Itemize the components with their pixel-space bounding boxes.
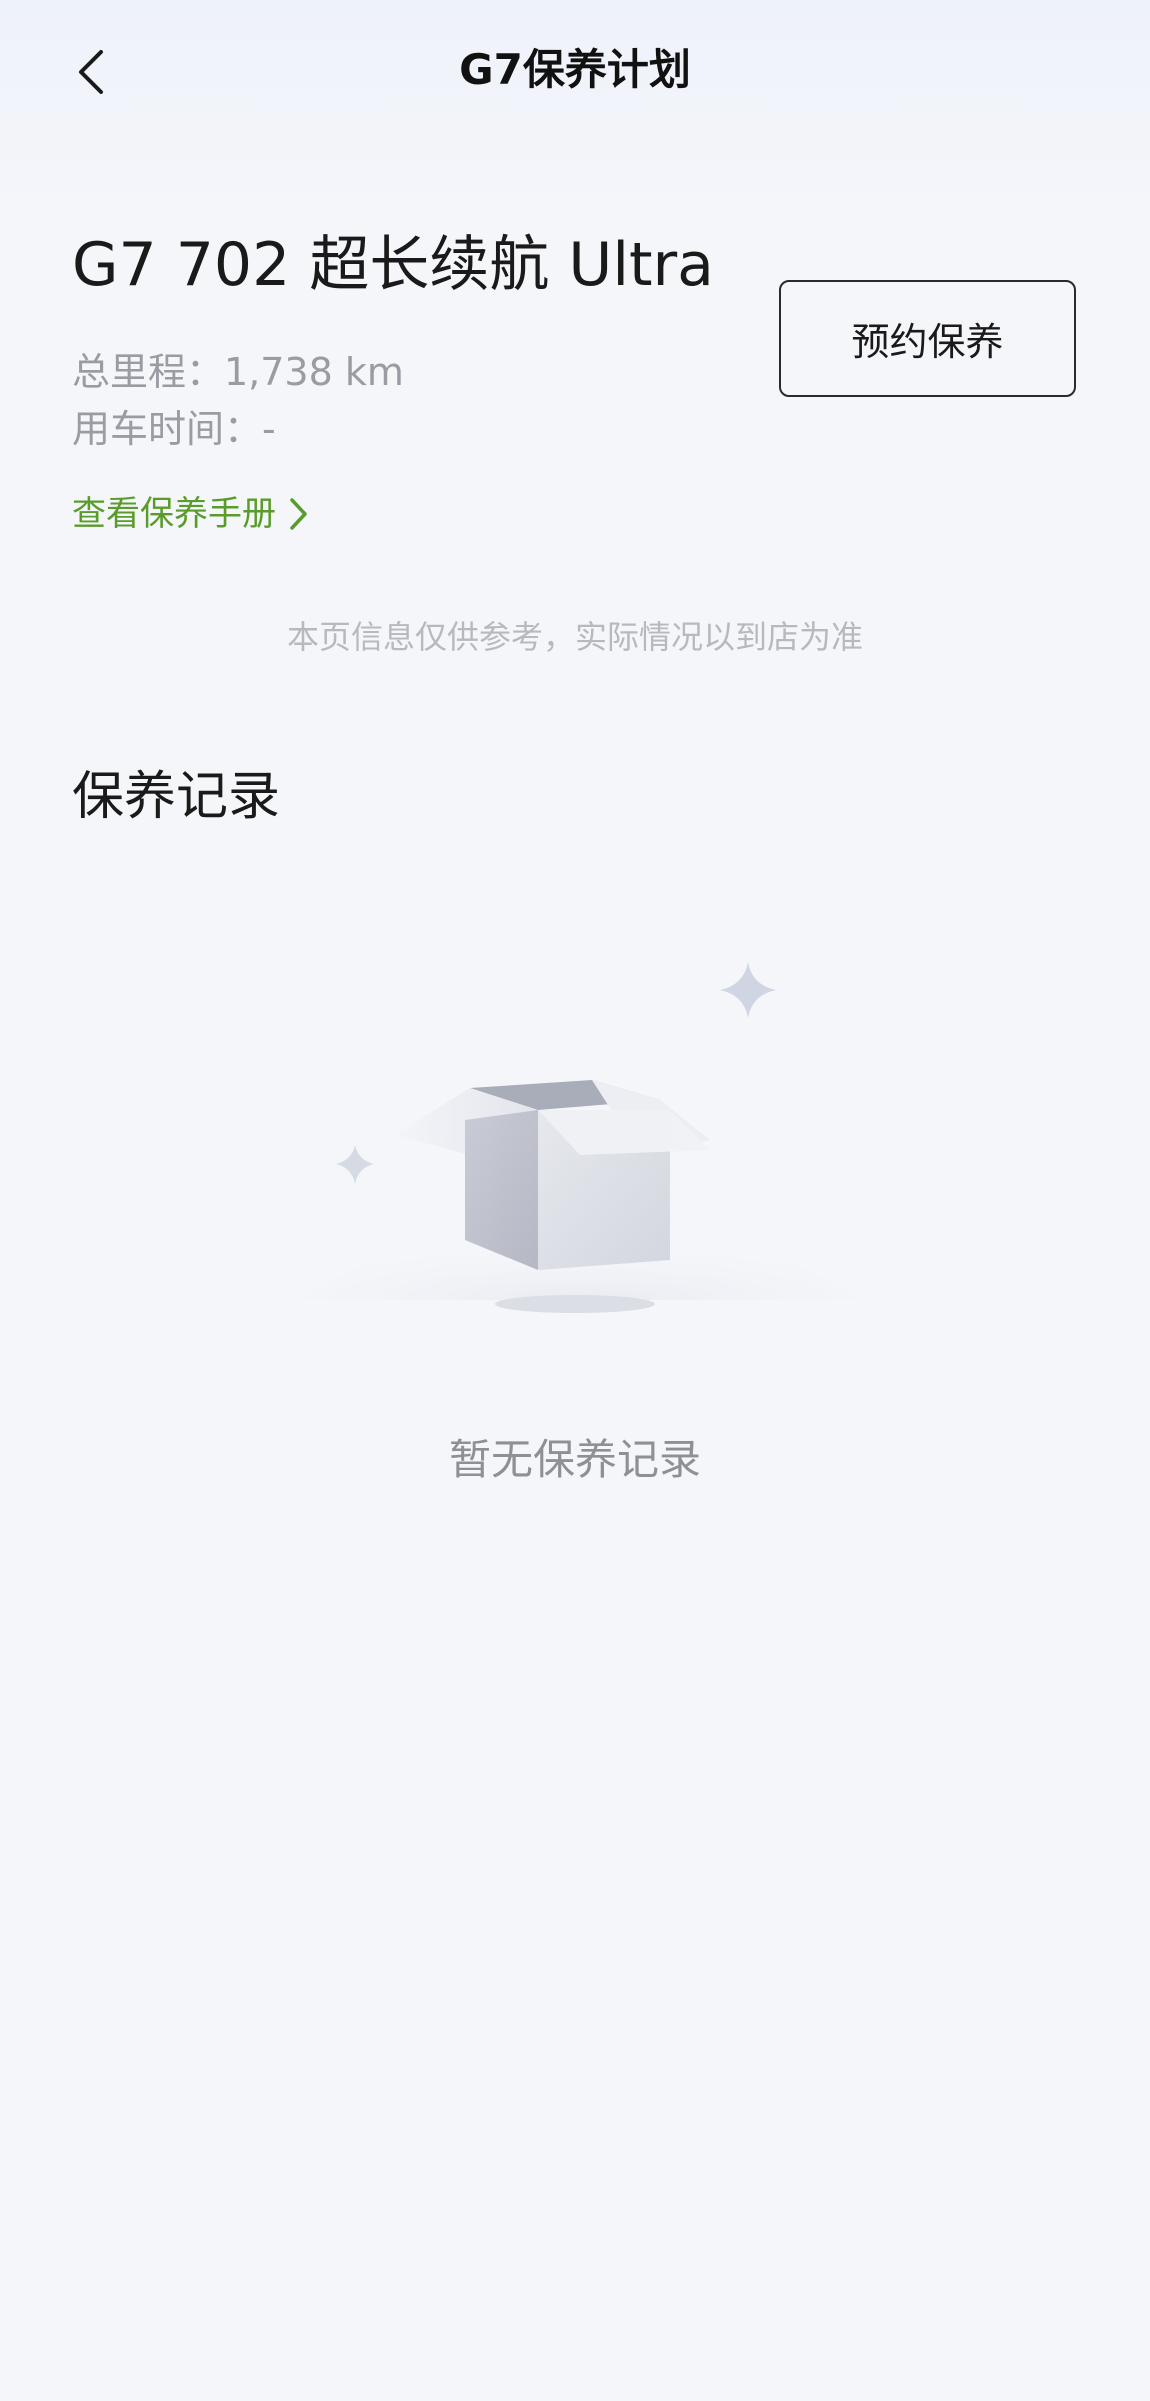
chevron-right-icon	[290, 498, 307, 530]
total-mileage: 总里程：1,738 km	[72, 350, 404, 394]
view-manual-link[interactable]: 查看保养手册	[72, 489, 308, 539]
book-maintenance-button[interactable]: 预约保养	[779, 280, 1076, 397]
page-title: G7保养计划	[459, 45, 691, 94]
empty-records-message: 暂无保养记录	[448, 1435, 701, 1484]
usage-time: 用车时间：-	[72, 407, 276, 451]
vehicle-name: G7 702 超长续航 Ultra	[72, 230, 714, 300]
disclaimer-text: 本页信息仅供参考，实际情况以到店为准	[286, 618, 863, 656]
maintenance-records-title: 保养记录	[72, 767, 281, 827]
empty-box-icon	[300, 962, 860, 1313]
view-manual-label: 查看保养手册	[72, 494, 276, 534]
navigation-bar: G7保养计划	[0, 0, 1150, 140]
